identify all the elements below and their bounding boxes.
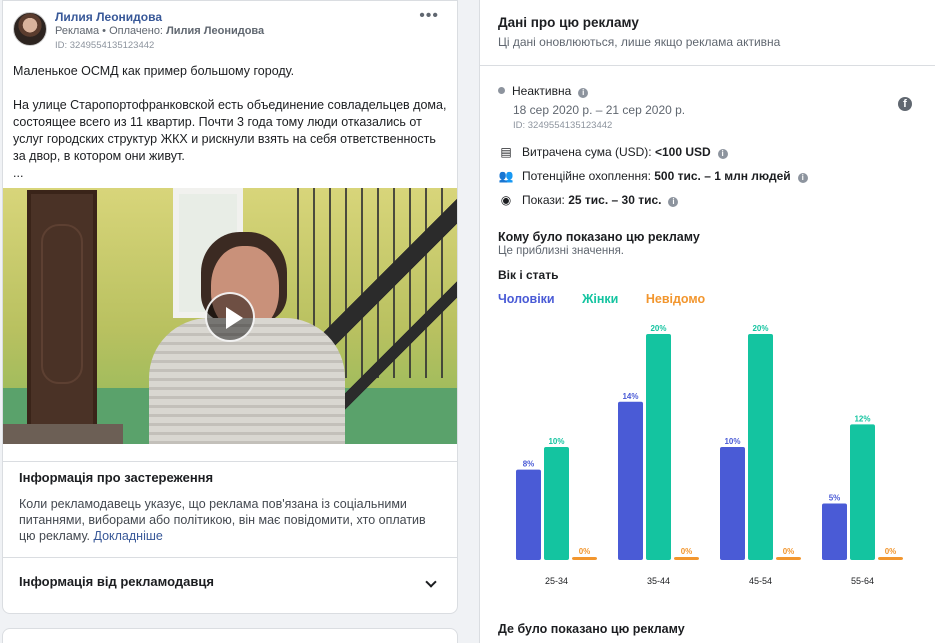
impressions-label: Покази: (522, 193, 569, 207)
data-label-25-34-men: 8% (523, 460, 535, 469)
disclaimer-text: Коли рекламодавець указує, що реклама по… (19, 497, 426, 543)
bar-55-64-men[interactable] (822, 503, 847, 561)
people-icon: 👥 (498, 169, 514, 183)
post-ellipsis: ... (13, 166, 24, 180)
reach-label: Потенційне охоплення: (522, 169, 655, 183)
advertiser-info-toggle[interactable]: Інформація від рекламодавця (3, 557, 457, 613)
advertiser-info-title: Інформація від рекламодавця (19, 574, 214, 589)
ad-data-subtitle: Ці дані оновлюються, лише якщо реклама а… (498, 35, 781, 49)
ad-library-page: Лилия Леонидова Реклама • Оплачено: Лили… (0, 0, 935, 643)
audience-title: Кому було показано цю рекламу (498, 230, 700, 244)
status-row: Неактивна i (498, 84, 589, 98)
bar-35-44-women[interactable] (646, 334, 671, 560)
disclaimer-body: Коли рекламодавець указує, що реклама по… (19, 496, 443, 544)
video-frame-floor (3, 424, 123, 444)
data-label-25-34-women: 10% (548, 437, 564, 446)
post-paragraph-2: На улице Старопортофранковской есть объе… (13, 98, 447, 163)
placement-title: Де було показано цю рекламу (498, 622, 685, 636)
chart-legend: Чоловіки Жінки Невідомо (498, 292, 729, 306)
author-name[interactable]: Лилия Леонидова (55, 10, 162, 24)
avatar[interactable] (13, 12, 47, 46)
post-paragraph-1: Маленькое ОСМД как пример большому город… (13, 64, 295, 78)
legend-women: Жінки (582, 292, 619, 306)
disclaimer-title: Інформація про застереження (19, 470, 214, 485)
spent-metric: ▤ Витрачена сума (USD): <100 USD i (498, 145, 728, 159)
status-label: Неактивна (512, 84, 572, 98)
post-header: Лилия Леонидова Реклама • Оплачено: Лили… (3, 1, 457, 57)
post-text: Маленькое ОСМД как пример большому город… (3, 57, 457, 182)
sponsored-meta: Реклама • Оплачено: Лилия Леонидова (55, 25, 264, 37)
next-card-edge (2, 628, 458, 643)
tick-label-25-34: 25-34 (545, 576, 568, 586)
status-dot-icon (498, 87, 505, 94)
bar-55-64-unknown[interactable] (878, 557, 903, 560)
bar-25-34-unknown[interactable] (572, 557, 597, 560)
ad-data-header: Дані про цю рекламу Ці дані оновлюються,… (480, 0, 935, 66)
reach-metric: 👥 Потенційне охоплення: 500 тис. – 1 млн … (498, 169, 808, 183)
video-frame-person-body (149, 318, 345, 444)
spent-value: <100 USD (654, 145, 711, 159)
bar-45-54-unknown[interactable] (776, 557, 801, 560)
info-icon[interactable]: i (578, 88, 589, 98)
tick-label-45-54: 45-54 (749, 576, 772, 586)
reach-value: 500 тис. – 1 млн людей (654, 169, 791, 183)
data-label-35-44-men: 14% (622, 392, 638, 401)
ad-preview-card: Лилия Леонидова Реклама • Оплачено: Лили… (2, 0, 458, 614)
learn-more-link[interactable]: Докладніше (93, 529, 162, 543)
info-icon[interactable]: i (668, 197, 679, 207)
more-horizontal-icon[interactable]: ••• (419, 7, 439, 25)
data-label-45-54-women: 20% (752, 324, 768, 333)
video-player[interactable] (3, 188, 457, 444)
video-frame-door (27, 190, 97, 430)
meta-payer: Лилия Леонидова (166, 25, 265, 37)
eye-icon: ◉ (500, 193, 512, 207)
bar-45-54-women[interactable] (748, 334, 773, 560)
impressions-metric: ◉ Покази: 25 тис. – 30 тис. i (498, 193, 679, 207)
bar-35-44-men[interactable] (618, 401, 643, 560)
run-dates: 18 сер 2020 р. – 21 сер 2020 р. (513, 103, 686, 117)
data-label-35-44-unknown: 0% (681, 547, 693, 556)
bar-35-44-unknown[interactable] (674, 557, 699, 560)
bar-55-64-women[interactable] (850, 424, 875, 560)
data-label-55-64-women: 12% (854, 414, 870, 423)
info-icon[interactable]: i (717, 149, 728, 159)
post-id: ID: 3249554135123442 (55, 40, 155, 51)
spent-label: Витрачена сума (USD): (522, 145, 655, 159)
tick-label-55-64: 55-64 (851, 576, 874, 586)
impressions-value: 25 тис. – 30 тис. (568, 193, 662, 207)
play-icon[interactable] (205, 292, 255, 342)
receipt-icon: ▤ (500, 145, 512, 159)
ad-id: ID: 3249554135123442 (513, 120, 613, 131)
data-label-55-64-men: 5% (829, 494, 841, 503)
data-label-35-44-women: 20% (650, 324, 666, 333)
ad-data-title: Дані про цю рекламу (498, 15, 639, 30)
tick-label-35-44: 35-44 (647, 576, 670, 586)
ad-data-panel: Дані про цю рекламу Ці дані оновлюються,… (479, 0, 935, 643)
data-label-25-34-unknown: 0% (579, 547, 591, 556)
legend-unknown: Невідомо (645, 292, 706, 306)
info-icon[interactable]: i (797, 173, 808, 183)
data-label-45-54-unknown: 0% (783, 547, 795, 556)
data-label-55-64-unknown: 0% (885, 547, 897, 556)
bar-25-34-men[interactable] (516, 469, 541, 560)
age-gender-chart: 8% 10% 0% 25-34 14% 20% 0% 35-44 10% 20% 0% 45-54 5%… (516, 324, 903, 586)
data-label-45-54-men: 10% (724, 437, 740, 446)
age-gender-title: Вік і стать (498, 268, 559, 282)
audience-subtitle: Це приблизні значення. (498, 245, 625, 257)
facebook-icon: f (898, 97, 912, 111)
disclaimer-section: Інформація про застереження Коли рекламо… (3, 461, 457, 557)
meta-prefix: Реклама • Оплачено: (55, 25, 167, 37)
legend-men: Чоловіки (498, 292, 555, 306)
bar-45-54-men[interactable] (720, 447, 745, 560)
bar-25-34-women[interactable] (544, 447, 569, 560)
